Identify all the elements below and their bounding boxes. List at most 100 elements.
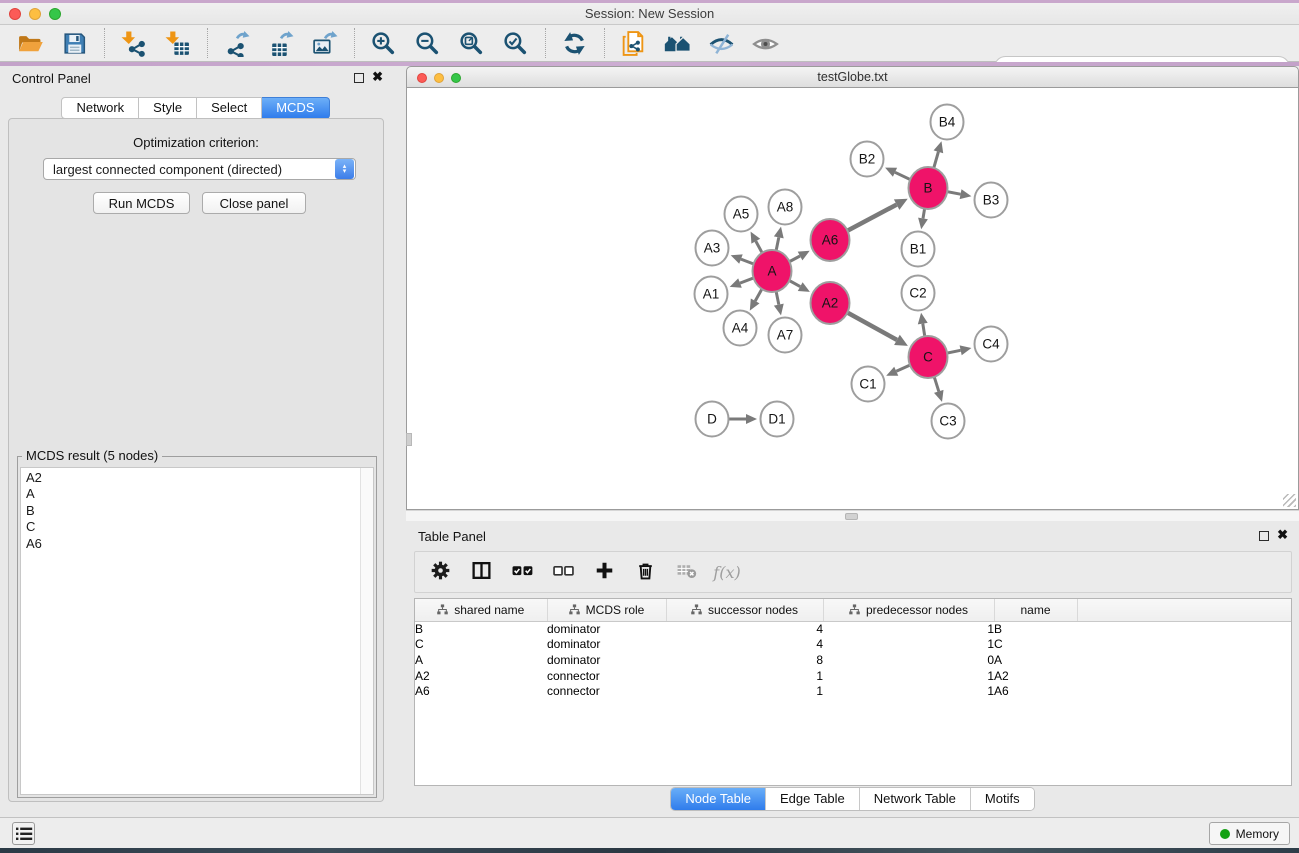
column-header-successor-nodes[interactable]: successor nodes xyxy=(666,599,823,621)
memory-button[interactable]: Memory xyxy=(1209,822,1290,845)
import-network-button[interactable] xyxy=(117,27,150,60)
result-list-scrollbar[interactable] xyxy=(360,468,373,794)
deselect-all-button[interactable] xyxy=(551,560,575,584)
tab-mcds[interactable]: MCDS xyxy=(262,97,329,119)
trash-button[interactable] xyxy=(633,560,657,584)
tab-node-table[interactable]: Node Table xyxy=(671,788,765,810)
tab-edge-table[interactable]: Edge Table xyxy=(765,788,859,810)
zoom-selected-button[interactable] xyxy=(499,27,532,60)
table-cell[interactable]: 1 xyxy=(823,637,994,653)
table-cell[interactable]: A6 xyxy=(415,684,547,700)
columns-icon xyxy=(471,560,492,584)
eye-button[interactable] xyxy=(749,27,782,60)
table-float-panel-icon[interactable] xyxy=(1259,531,1269,541)
table-close-panel-icon[interactable]: ✖ xyxy=(1277,527,1288,543)
horizontal-scrollbar[interactable] xyxy=(406,510,1299,521)
table-cell[interactable]: 0 xyxy=(823,653,994,669)
mcds-result-item[interactable]: B xyxy=(21,503,373,519)
mcds-result-item[interactable]: C xyxy=(21,519,373,535)
table-cell[interactable]: connector xyxy=(547,684,666,700)
vertical-scrollbar-thumb[interactable] xyxy=(406,433,412,446)
mcds-result-item[interactable]: A6 xyxy=(21,536,373,552)
table-cell[interactable]: 4 xyxy=(666,637,823,653)
export-table-button[interactable] xyxy=(264,27,297,60)
resize-grip-icon[interactable] xyxy=(1283,494,1296,507)
table-cell[interactable]: A2 xyxy=(994,669,1077,685)
network-canvas[interactable]: B4B2BB3A8A5A6A3B1AC2A1A2A4A7C4CC1C3DD1 xyxy=(406,88,1299,510)
horizontal-scrollbar-thumb[interactable] xyxy=(845,513,858,520)
table-cell[interactable]: A xyxy=(415,653,547,669)
zoom-out-button[interactable] xyxy=(411,27,444,60)
tab-network-table[interactable]: Network Table xyxy=(859,788,970,810)
table-cell[interactable]: 1 xyxy=(823,669,994,685)
table-row[interactable]: A2connector11A2 xyxy=(415,669,1291,685)
column-header-mcds-role[interactable]: MCDS role xyxy=(547,599,666,621)
column-header-name[interactable]: name xyxy=(994,599,1077,621)
column-header-shared-name[interactable]: shared name xyxy=(415,599,547,621)
table-row[interactable]: A6connector11A6 xyxy=(415,684,1291,700)
table-row[interactable]: Cdominator41C xyxy=(415,637,1291,653)
table-cell[interactable]: 1 xyxy=(666,669,823,685)
optimization-criterion-label: Optimization criterion: xyxy=(9,135,383,150)
columns-button[interactable] xyxy=(469,560,493,584)
tab-select[interactable]: Select xyxy=(197,97,262,119)
table-cell[interactable]: C xyxy=(415,637,547,653)
import-network-icon xyxy=(120,30,147,57)
run-mcds-button[interactable]: Run MCDS xyxy=(93,192,190,214)
eye-slash-button[interactable] xyxy=(705,27,738,60)
table-cell[interactable]: 8 xyxy=(666,653,823,669)
table-cell[interactable]: A2 xyxy=(415,669,547,685)
table-cell-filler xyxy=(1077,621,1291,637)
table-cell[interactable]: dominator xyxy=(547,653,666,669)
tab-style[interactable]: Style xyxy=(139,97,197,119)
table-cell[interactable]: A xyxy=(994,653,1077,669)
table-cell[interactable]: A6 xyxy=(994,684,1077,700)
mcds-result-item[interactable]: A2 xyxy=(21,470,373,486)
table-cell[interactable]: 1 xyxy=(666,684,823,700)
table-cell[interactable]: 1 xyxy=(823,621,994,637)
export-network-button[interactable] xyxy=(220,27,253,60)
float-panel-icon[interactable] xyxy=(354,73,364,83)
deselect-all-icon xyxy=(553,560,574,584)
table-cell[interactable]: B xyxy=(994,621,1077,637)
table-row[interactable]: Bdominator41B xyxy=(415,621,1291,637)
table-cell[interactable]: B xyxy=(415,621,547,637)
houses-button[interactable] xyxy=(661,27,694,60)
mcds-result-list[interactable]: A2ABCA6 xyxy=(20,467,374,795)
zoom-in-button[interactable] xyxy=(367,27,400,60)
function-icon: f(x) xyxy=(713,563,740,582)
table-cell[interactable]: 1 xyxy=(823,684,994,700)
refresh-view-button[interactable] xyxy=(558,27,591,60)
tab-motifs[interactable]: Motifs xyxy=(970,788,1034,810)
import-table-button[interactable] xyxy=(161,27,194,60)
export-image-button[interactable] xyxy=(308,27,341,60)
export-network-icon xyxy=(223,30,250,57)
close-panel-button[interactable]: Close panel xyxy=(202,192,306,214)
graph-node-label-A7: A7 xyxy=(777,328,794,343)
graph-edge-arrowhead xyxy=(774,227,784,239)
add-button[interactable] xyxy=(592,560,616,584)
column-type-icon xyxy=(437,604,448,615)
network-window-titlebar: testGlobe.txt xyxy=(406,66,1299,88)
criterion-dropdown[interactable]: largest connected component (directed) ▴… xyxy=(43,158,356,180)
delete-table-icon xyxy=(676,560,697,584)
select-all-button[interactable] xyxy=(510,560,534,584)
task-history-button[interactable] xyxy=(12,822,35,845)
zoom-selected-icon xyxy=(502,30,529,57)
documents-network-button[interactable] xyxy=(617,27,650,60)
close-panel-icon[interactable]: ✖ xyxy=(372,69,383,85)
table-cell[interactable]: connector xyxy=(547,669,666,685)
table-cell[interactable]: 4 xyxy=(666,621,823,637)
tab-network[interactable]: Network xyxy=(61,97,139,119)
table-row[interactable]: Adominator80A xyxy=(415,653,1291,669)
mcds-result-item[interactable]: A xyxy=(21,486,373,502)
table-cell[interactable]: C xyxy=(994,637,1077,653)
table-cell[interactable]: dominator xyxy=(547,621,666,637)
zoom-fit-button[interactable] xyxy=(455,27,488,60)
table-cell[interactable]: dominator xyxy=(547,637,666,653)
gear-button[interactable] xyxy=(428,560,452,584)
open-session-button[interactable] xyxy=(14,27,47,60)
save-session-button[interactable] xyxy=(58,27,91,60)
column-header-predecessor-nodes[interactable]: predecessor nodes xyxy=(823,599,994,621)
graph-node-label-C3: C3 xyxy=(939,414,956,429)
